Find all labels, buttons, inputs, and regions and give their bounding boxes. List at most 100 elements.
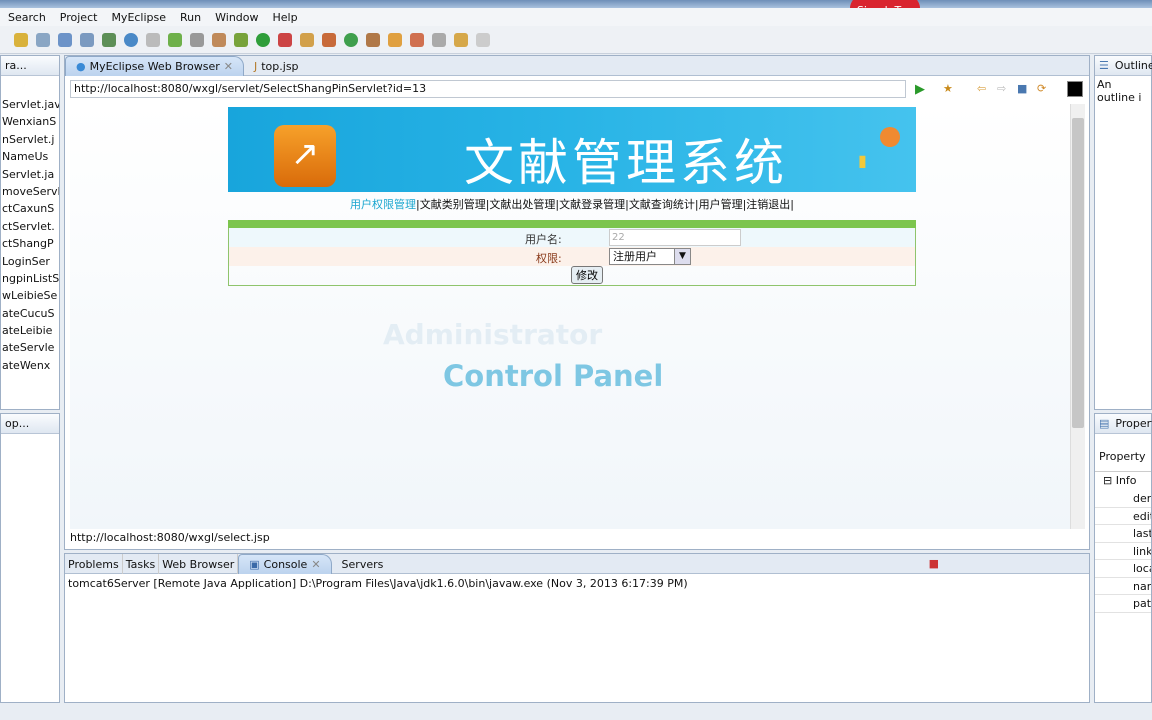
nav-source[interactable]: 文献出处管理: [489, 198, 555, 211]
refresh-icon[interactable]: [344, 32, 358, 47]
menu-window[interactable]: Window: [215, 11, 258, 24]
panel-title: ra...: [5, 59, 27, 72]
file-list-item[interactable]: Servlet.ja: [1, 166, 59, 183]
console-toggle-icon[interactable]: [1067, 81, 1083, 97]
file-list-item[interactable]: ngpinListS: [1, 270, 59, 287]
property-row[interactable]: path: [1095, 595, 1151, 613]
search-icon[interactable]: [410, 32, 424, 47]
external-tools-icon[interactable]: [278, 32, 292, 47]
menu-help[interactable]: Help: [273, 11, 298, 24]
secondary-left-panel: op...: [0, 413, 60, 703]
close-icon[interactable]: ✕: [224, 60, 233, 73]
run-icon[interactable]: [256, 32, 270, 47]
terminate-icon[interactable]: ■: [929, 554, 939, 573]
url-input[interactable]: http://localhost:8080/wxgl/servlet/Selec…: [70, 80, 906, 98]
file-list-item[interactable]: WenxianS: [1, 113, 59, 130]
status-url: http://localhost:8080/wxgl/select.jsp: [70, 531, 270, 544]
watermark-administrator: Administrator: [383, 318, 603, 351]
open-icon[interactable]: [146, 32, 160, 47]
property-row[interactable]: link: [1095, 543, 1151, 560]
permission-label: 权限:: [536, 252, 562, 265]
camera-icon[interactable]: [190, 32, 204, 47]
web-page: ↗ 文献管理系统 ▮ 用户权限管理|文献类别管理|文献出处管理|文献登录管理|文…: [70, 104, 1070, 529]
tab-tasks[interactable]: Tasks: [123, 554, 160, 574]
debug-icon[interactable]: [14, 32, 28, 47]
jsp-file-icon: J: [253, 59, 258, 73]
menu-project[interactable]: Project: [60, 11, 98, 24]
username-input[interactable]: 22: [609, 229, 741, 246]
edit-icon[interactable]: [388, 32, 402, 47]
menu-myeclipse[interactable]: MyEclipse: [111, 11, 166, 24]
site-nav: 用户权限管理|文献类别管理|文献出处管理|文献登录管理|文献查询统计|用户管理|…: [349, 198, 795, 211]
menu-run[interactable]: Run: [180, 11, 201, 24]
nav-category[interactable]: 文献类别管理: [420, 198, 486, 211]
property-row[interactable]: deri: [1095, 490, 1151, 508]
tools-icon[interactable]: [212, 32, 226, 47]
deploy-icon[interactable]: [58, 32, 72, 47]
next-annotation-icon[interactable]: [432, 32, 446, 47]
favorite-icon[interactable]: ★: [943, 82, 953, 95]
file-list-item[interactable]: ctServlet.: [1, 218, 59, 235]
nav-entry[interactable]: 文献登录管理: [559, 198, 625, 211]
username-label: 用户名:: [525, 233, 562, 246]
tab-console[interactable]: ▣ Console ✕: [238, 554, 332, 574]
site-banner: ↗ 文献管理系统 ▮: [228, 107, 916, 192]
properties-icon: ▤: [1099, 417, 1110, 430]
file-list-item[interactable]: ateLeibie: [1, 322, 59, 339]
file-list-item[interactable]: wLeibieSe: [1, 287, 59, 304]
go-icon[interactable]: ▶: [915, 82, 925, 97]
site-title: 文献管理系统: [464, 134, 788, 192]
file-list-item[interactable]: moveServl: [1, 183, 59, 200]
nav-user-management[interactable]: 用户管理: [699, 198, 743, 211]
console-process-line: tomcat6Server [Remote Java Application] …: [68, 577, 688, 590]
back-icon[interactable]: [454, 32, 468, 47]
property-row[interactable]: last: [1095, 525, 1151, 543]
property-row[interactable]: loca: [1095, 560, 1151, 578]
nav-user-permission[interactable]: 用户权限管理: [350, 198, 416, 211]
permission-select[interactable]: 注册用户 ▼: [609, 248, 691, 265]
folder-icon[interactable]: [366, 32, 380, 47]
file-list-item[interactable]: Servlet.jav: [1, 96, 59, 113]
file-list-item[interactable]: ateServle: [1, 339, 59, 356]
page-scrollbar[interactable]: [1070, 104, 1085, 529]
file-list-item[interactable]: NameUs: [1, 148, 59, 165]
panel-title: Propert: [1115, 417, 1152, 430]
green-divider: [228, 220, 916, 228]
file-list-item[interactable]: ctShangP: [1, 235, 59, 252]
forward-icon[interactable]: ⇨: [997, 82, 1006, 95]
back-icon[interactable]: ⇦: [977, 82, 986, 95]
tab-servers[interactable]: Servers: [332, 554, 394, 574]
nav-query-stats[interactable]: 文献查询统计: [629, 198, 695, 211]
modify-button[interactable]: 修改: [571, 266, 603, 284]
close-icon[interactable]: ✕: [311, 558, 320, 571]
property-row[interactable]: nam: [1095, 578, 1151, 595]
tab-web-browser[interactable]: Web Browser: [159, 554, 239, 574]
permission-form: 用户名: 22 权限: 注册用户 ▼ 修改: [228, 228, 916, 286]
file-list-item[interactable]: ateCucuS: [1, 305, 59, 322]
globe-icon[interactable]: [124, 32, 138, 47]
save-icon[interactable]: [36, 32, 50, 47]
property-row[interactable]: edit: [1095, 508, 1151, 525]
bookmark-icon: ▮: [858, 151, 867, 170]
server-icon[interactable]: [80, 32, 94, 47]
file-list-item[interactable]: nServlet.j: [1, 131, 59, 148]
file-list-item[interactable]: ateWenx: [1, 357, 59, 374]
forward-icon[interactable]: [476, 32, 490, 47]
property-group-info[interactable]: ⊟ Info: [1095, 472, 1151, 490]
nav-logout[interactable]: 注销退出: [746, 198, 790, 211]
package-icon[interactable]: [322, 32, 336, 47]
tab-label: Console: [263, 558, 308, 571]
file-list-item[interactable]: ctCaxunS: [1, 200, 59, 217]
new-project-icon[interactable]: [300, 32, 314, 47]
bug-icon[interactable]: [234, 32, 248, 47]
outline-icon: ☰: [1099, 59, 1109, 72]
menu-search[interactable]: Search: [8, 11, 46, 24]
add-icon[interactable]: [168, 32, 182, 47]
tab-top-jsp[interactable]: Jtop.jsp: [244, 56, 309, 76]
refresh-icon[interactable]: ⟳: [1037, 82, 1046, 95]
tab-problems[interactable]: Problems: [65, 554, 123, 574]
tab-web-browser[interactable]: ● MyEclipse Web Browser ✕: [65, 56, 244, 76]
file-list-item[interactable]: LoginSer: [1, 253, 59, 270]
new-file-icon[interactable]: [102, 32, 116, 47]
stop-icon[interactable]: ■: [1017, 82, 1027, 95]
